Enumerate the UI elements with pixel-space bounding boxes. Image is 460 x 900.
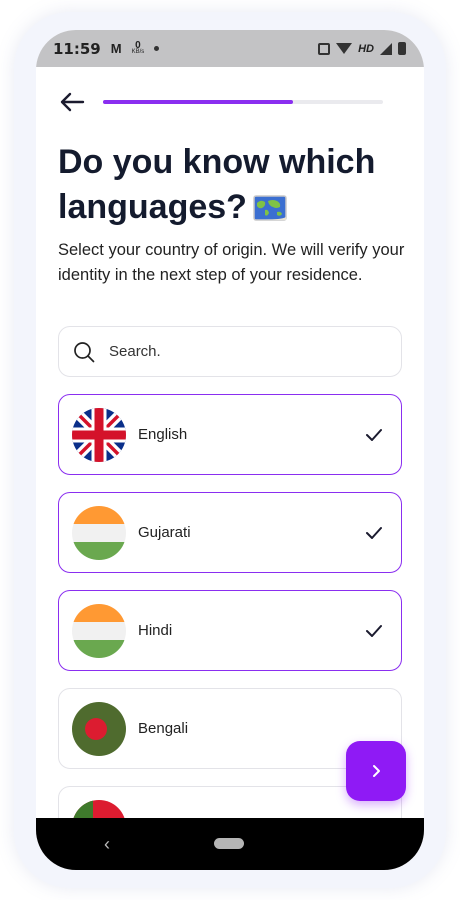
next-button[interactable] xyxy=(346,741,406,801)
chevron-right-icon xyxy=(373,765,380,777)
language-item-english[interactable]: English xyxy=(58,394,402,475)
progress-bar xyxy=(103,100,383,104)
uk-flag-icon xyxy=(72,407,126,462)
search-box[interactable] xyxy=(58,326,402,377)
india-flag-icon xyxy=(72,505,126,560)
language-label: Hindi xyxy=(138,622,173,639)
data-rate-value: 0 xyxy=(135,39,141,51)
page-title: Do you know which languages? xyxy=(58,140,388,233)
language-list: English Gujarati Hindi Bengali xyxy=(58,394,402,870)
language-label: English xyxy=(138,426,188,443)
subtitle: Select your country of origin. We will v… xyxy=(58,241,405,284)
bangladesh-flag-icon xyxy=(72,701,126,756)
gmail-icon: M xyxy=(110,41,122,56)
search-icon xyxy=(74,341,95,362)
nav-back-icon[interactable]: ‹ xyxy=(104,834,110,855)
language-label: Bengali xyxy=(138,720,189,737)
language-label: Gujarati xyxy=(138,524,191,541)
language-item-gujarati[interactable]: Gujarati xyxy=(58,492,402,573)
status-time: 11:59 xyxy=(53,39,101,58)
nav-home-pill[interactable] xyxy=(214,838,244,849)
vibrate-icon xyxy=(318,42,331,55)
world-map-icon xyxy=(253,188,287,233)
search-input[interactable] xyxy=(109,343,369,360)
wifi-icon xyxy=(336,43,353,54)
check-icon xyxy=(366,527,382,539)
arrow-left-icon xyxy=(60,92,85,112)
back-button[interactable] xyxy=(58,88,86,116)
progress-bar-fill xyxy=(103,100,294,104)
battery-icon xyxy=(398,42,406,55)
signal-icon xyxy=(380,42,392,55)
notification-dot-icon xyxy=(154,46,160,51)
navigation-bar: ‹ xyxy=(36,818,424,870)
data-rate: 0 KB/s xyxy=(131,39,145,56)
data-rate-unit: KB/s xyxy=(131,48,145,55)
page-title-text: Do you know which languages? xyxy=(58,143,376,226)
phone-screen: 11:59 M 0 KB/s HD Do you know which lang… xyxy=(36,30,424,870)
language-item-hindi[interactable]: Hindi xyxy=(58,590,402,671)
network-type-label: HD xyxy=(358,42,374,55)
status-bar: 11:59 M 0 KB/s HD xyxy=(36,30,424,67)
check-icon xyxy=(366,429,382,441)
header xyxy=(58,88,388,116)
check-icon xyxy=(366,625,382,637)
india-flag-icon xyxy=(72,603,126,658)
